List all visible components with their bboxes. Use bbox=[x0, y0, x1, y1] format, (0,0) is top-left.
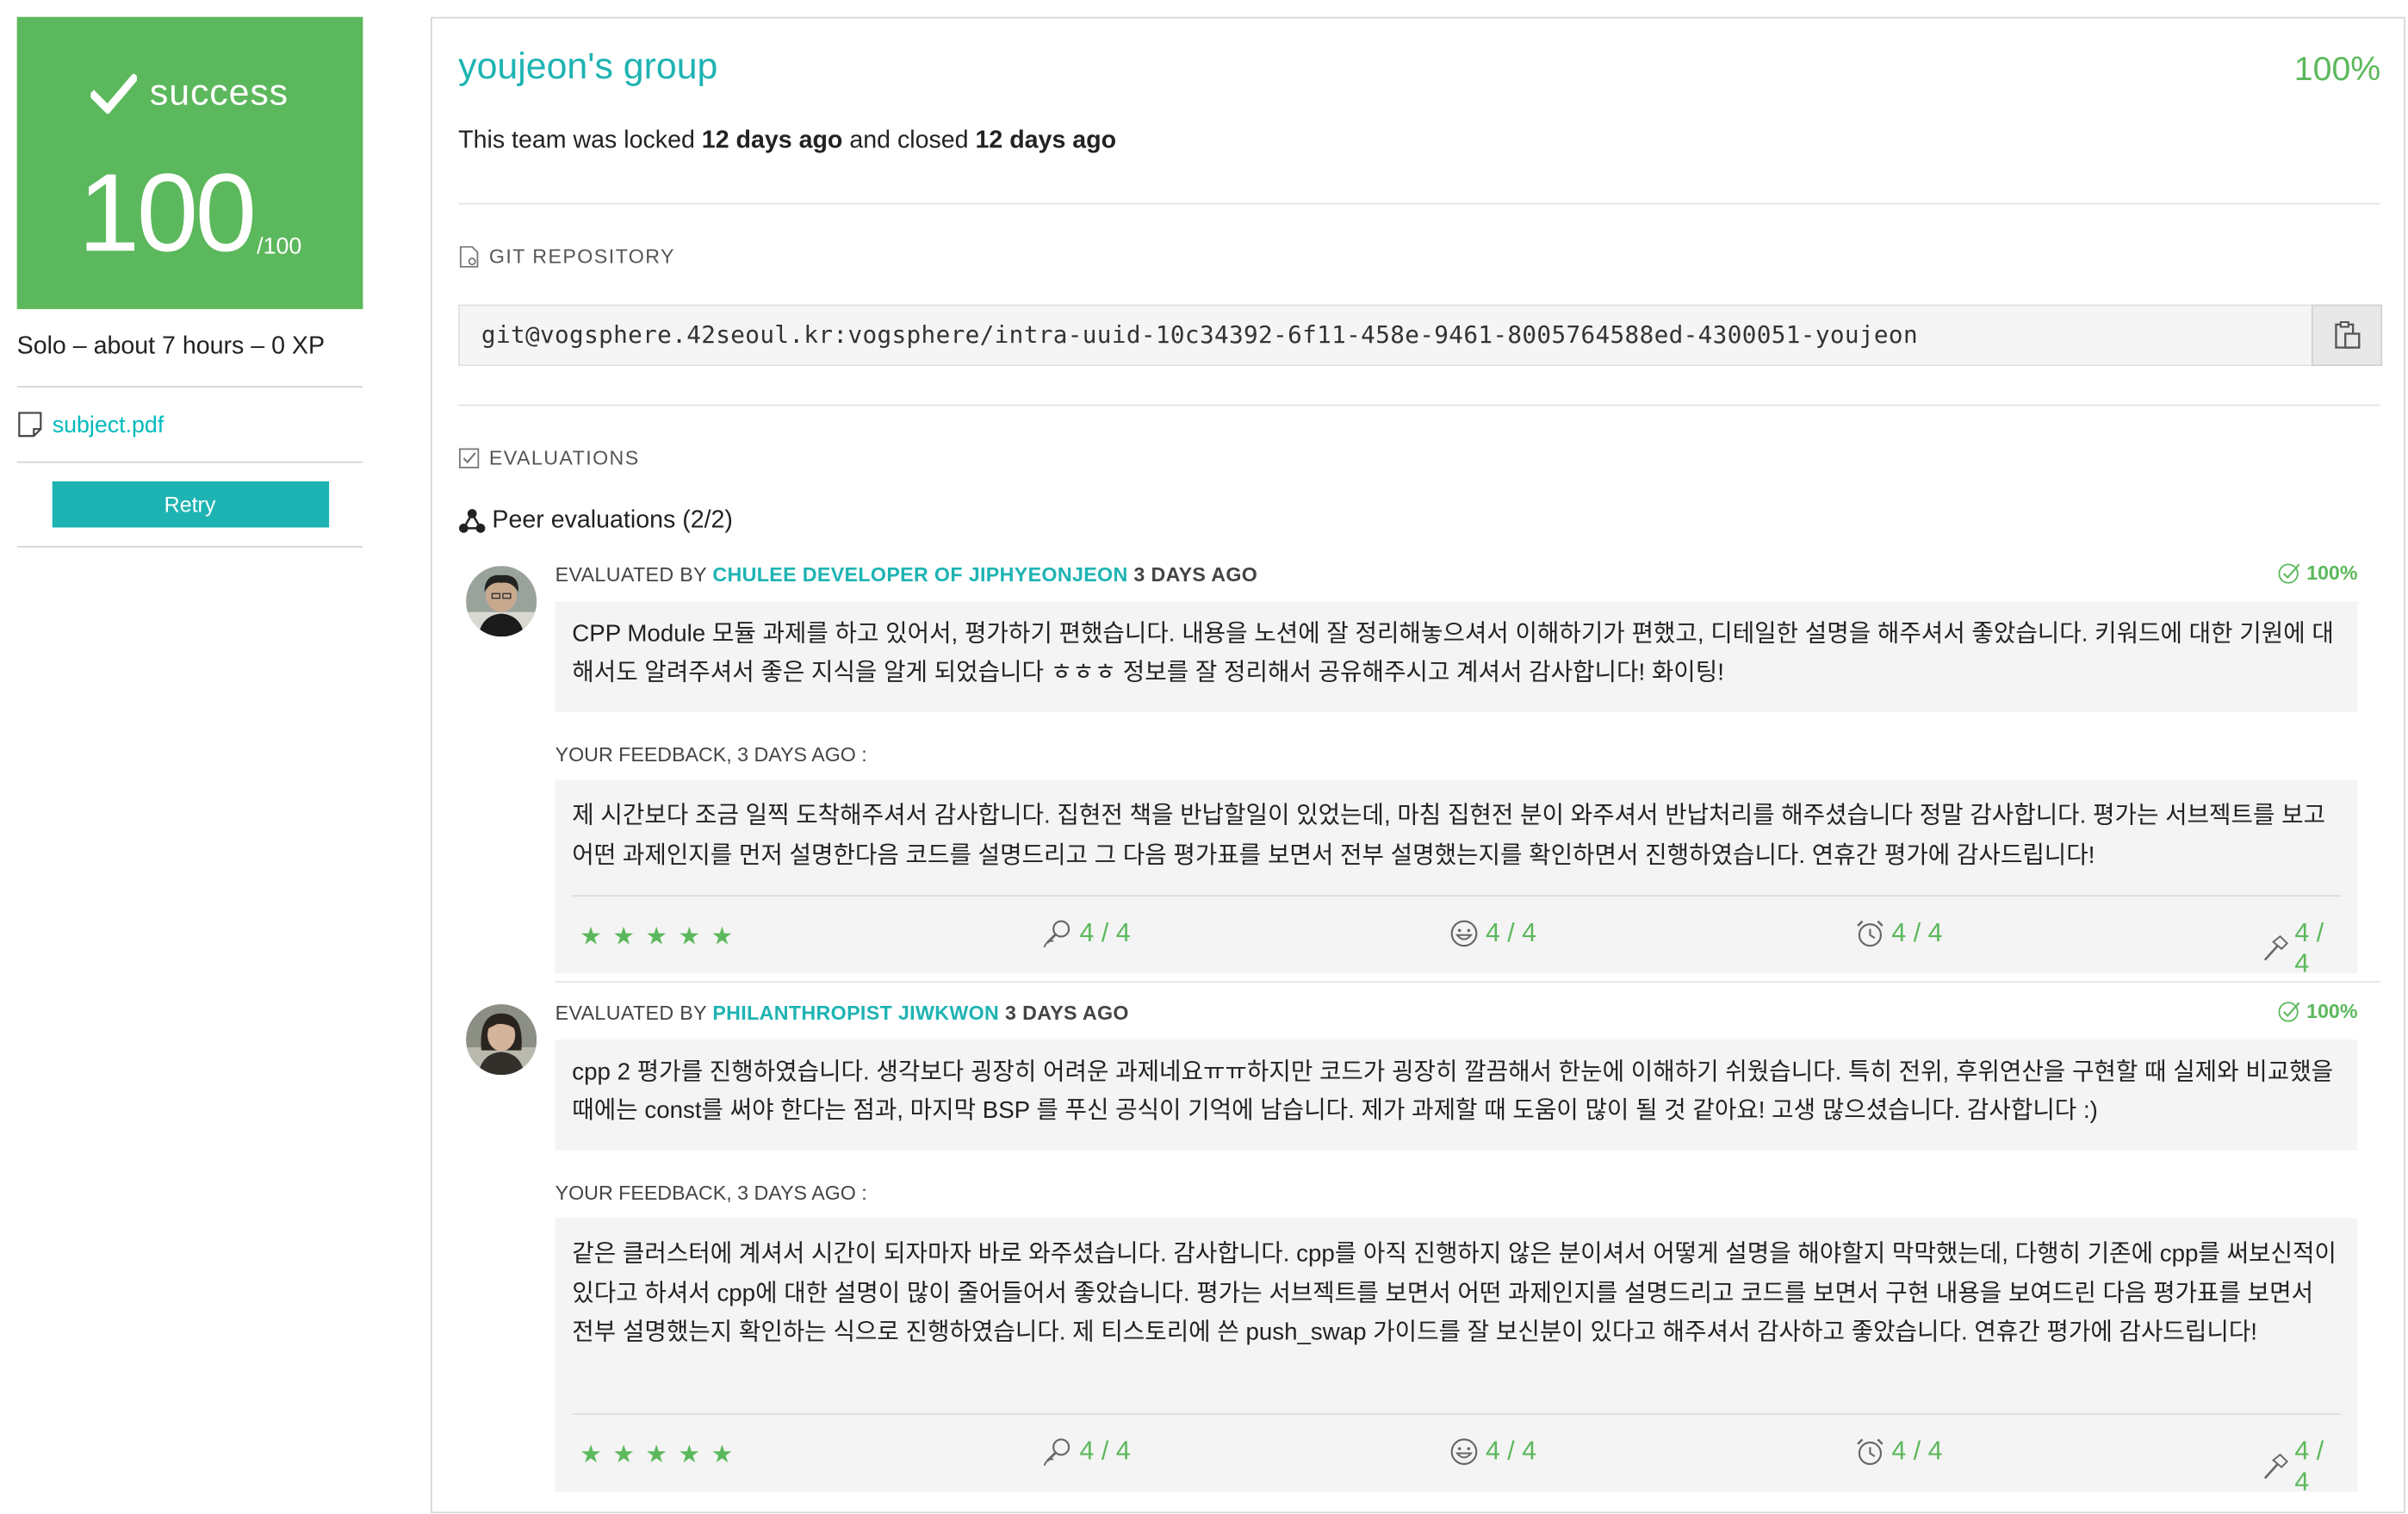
rating-row: ★★★★★ 4 / 4 4 / 4 4 / 4 4 / 4 bbox=[572, 1413, 2341, 1496]
smiley-icon bbox=[1450, 920, 1478, 947]
repository-icon bbox=[459, 245, 479, 267]
retry-button[interactable]: Retry bbox=[51, 481, 329, 528]
avatar[interactable] bbox=[466, 566, 537, 637]
project-summary-column: success 100 /100 Solo – about 7 hours – … bbox=[16, 16, 363, 548]
rating-value: 4 / 4 bbox=[2294, 1436, 2324, 1497]
feedback-box: 같은 클러스터에 계셔서 시간이 되자마자 바로 와주셨습니다. 감사합니다. … bbox=[555, 1218, 2358, 1496]
final-score: 100 bbox=[78, 152, 257, 276]
team-panel: youjeon's group 100% This team was locke… bbox=[430, 16, 2405, 1514]
hammer-icon bbox=[2263, 934, 2289, 961]
feedback-label: YOUR FEEDBACK, 3 DAYS AGO : bbox=[555, 1181, 867, 1205]
rating-value: 4 / 4 bbox=[2294, 918, 2324, 978]
rating-punctuality: 4 / 4 bbox=[1855, 918, 1943, 949]
rating-row: ★★★★★ 4 / 4 4 / 4 4 / 4 4 / 4 bbox=[572, 895, 2341, 978]
rating-rigor: 4 / 4 bbox=[2261, 1436, 2341, 1498]
feedback-label: YOUR FEEDBACK, 3 DAYS AGO : bbox=[555, 742, 867, 766]
rating-value: 4 / 4 bbox=[1485, 918, 1537, 947]
clipboard-icon bbox=[2335, 321, 2361, 349]
copy-repository-button[interactable] bbox=[2311, 304, 2383, 366]
evaluation-percent-value: 100% bbox=[2306, 561, 2358, 585]
lock-middle: and closed bbox=[849, 127, 969, 154]
lock-prefix: This team was locked bbox=[458, 127, 695, 154]
evaluator-comment: cpp 2 평가를 진행하였습니다. 생각보다 굉장히 어려운 과제네요ㅠㅠ하지… bbox=[555, 1039, 2358, 1151]
team-percent: 100% bbox=[2293, 49, 2381, 88]
alarm-clock-icon bbox=[1857, 1438, 1884, 1466]
alarm-clock-icon bbox=[1857, 920, 1884, 947]
document-icon bbox=[18, 412, 42, 437]
check-icon bbox=[91, 73, 138, 115]
rating-interest: 4 / 4 bbox=[1043, 918, 1131, 949]
peer-network-icon bbox=[459, 509, 486, 533]
feedback-text: 제 시간보다 조금 일찍 도착해주셔서 감사합니다. 집현전 책을 반납할일이 … bbox=[572, 803, 2326, 869]
score-max: /100 bbox=[257, 233, 302, 260]
repository-url-field[interactable]: git@vogsphere.42seoul.kr:vogsphere/intra… bbox=[458, 304, 2383, 366]
feedback-box: 제 시간보다 조금 일찍 도착해주셔서 감사합니다. 집현전 책을 반납할일이 … bbox=[555, 779, 2358, 978]
avatar[interactable] bbox=[466, 1004, 537, 1076]
git-repository-heading: GIT REPOSITORY bbox=[458, 245, 675, 268]
rating-punctuality: 4 / 4 bbox=[1855, 1436, 1943, 1467]
check-circle-icon bbox=[2278, 1002, 2299, 1022]
closed-ago: 12 days ago bbox=[975, 127, 1117, 154]
evaluator-link[interactable]: CHULEE DEVELOPER OF JIPHYEONJEON bbox=[712, 563, 1127, 586]
smiley-icon bbox=[1450, 1438, 1478, 1466]
search-user-icon bbox=[1043, 920, 1071, 948]
evaluations-heading: EVALUATIONS bbox=[458, 446, 640, 469]
search-user-icon bbox=[1043, 1438, 1071, 1467]
status-row: success bbox=[17, 72, 363, 115]
evaluation-header: EVALUATED BY CHULEE DEVELOPER OF JIPHYEO… bbox=[555, 563, 1258, 586]
checkbox-icon bbox=[459, 447, 480, 468]
rating-value: 4 / 4 bbox=[1485, 1436, 1537, 1466]
subject-row[interactable]: subject.pdf bbox=[17, 406, 363, 443]
divider bbox=[16, 545, 363, 548]
divider bbox=[555, 981, 2381, 983]
evaluation-header: EVALUATED BY PHILANTHROPIST JIWKWON 3 DA… bbox=[555, 1001, 1129, 1024]
peer-evaluations-heading: Peer evaluations (2/2) bbox=[458, 507, 733, 535]
divider bbox=[16, 386, 363, 388]
divider bbox=[458, 202, 2381, 205]
rating-rigor: 4 / 4 bbox=[2261, 918, 2341, 979]
star-rating: ★★★★★ bbox=[580, 1442, 744, 1469]
peer-evaluations-label: Peer evaluations (2/2) bbox=[492, 507, 733, 534]
evaluation-time: 3 DAYS AGO bbox=[1133, 562, 1258, 586]
rating-value: 4 / 4 bbox=[1891, 918, 1943, 947]
rating-friendliness: 4 / 4 bbox=[1449, 918, 1536, 949]
subject-pdf-link[interactable]: subject.pdf bbox=[53, 412, 164, 437]
rating-friendliness: 4 / 4 bbox=[1449, 1436, 1536, 1467]
check-circle-icon bbox=[2278, 563, 2299, 584]
evaluations-section-label: EVALUATIONS bbox=[488, 445, 640, 469]
retry-wrap: Retry bbox=[17, 481, 363, 528]
rating-value: 4 / 4 bbox=[1891, 1436, 1943, 1466]
score-row: 100 /100 bbox=[17, 158, 363, 270]
evaluation-percent: 100% bbox=[2277, 999, 2358, 1023]
star-rating: ★★★★★ bbox=[580, 924, 744, 951]
git-section-label: GIT REPOSITORY bbox=[488, 244, 675, 268]
evaluation-percent-value: 100% bbox=[2306, 999, 2358, 1023]
divider bbox=[16, 461, 363, 463]
evaluated-by-label: EVALUATED BY bbox=[555, 1001, 707, 1025]
evaluation-time: 3 DAYS AGO bbox=[1005, 1001, 1129, 1025]
rating-value: 4 / 4 bbox=[1079, 918, 1131, 947]
rating-value: 4 / 4 bbox=[1079, 1436, 1131, 1466]
score-card: success 100 /100 bbox=[16, 16, 363, 309]
project-meta: Solo – about 7 hours – 0 XP bbox=[16, 333, 326, 360]
evaluation-percent: 100% bbox=[2277, 562, 2357, 585]
lock-status-line: This team was locked 12 days ago and clo… bbox=[458, 127, 1116, 155]
feedback-text: 같은 클러스터에 계셔서 시간이 되자마자 바로 와주셨습니다. 감사합니다. … bbox=[572, 1241, 2337, 1346]
status-label: success bbox=[149, 71, 289, 115]
rating-interest: 4 / 4 bbox=[1043, 1436, 1131, 1467]
evaluated-by-label: EVALUATED BY bbox=[555, 562, 707, 586]
evaluator-comment: CPP Module 모듈 과제를 하고 있어서, 평가하기 편했습니다. 내용… bbox=[555, 601, 2358, 712]
repository-url[interactable]: git@vogsphere.42seoul.kr:vogsphere/intra… bbox=[481, 321, 1918, 349]
team-name: youjeon's group bbox=[458, 46, 718, 88]
evaluator-link[interactable]: PHILANTHROPIST JIWKWON bbox=[712, 1001, 999, 1024]
locked-ago: 12 days ago bbox=[701, 127, 843, 154]
divider bbox=[458, 404, 2381, 406]
hammer-icon bbox=[2263, 1453, 2289, 1480]
